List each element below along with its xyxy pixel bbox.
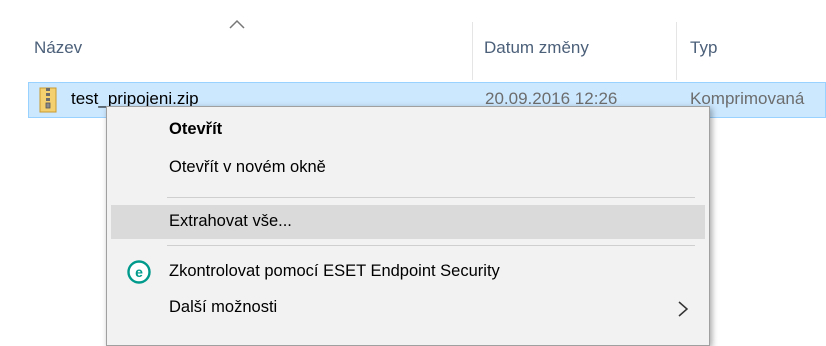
- column-name[interactable]: Název: [34, 38, 82, 58]
- column-divider[interactable]: [472, 22, 473, 80]
- menu-item-label: Další možnosti: [169, 298, 278, 316]
- menu-item-label: Otevřít: [169, 120, 223, 138]
- menu-item-open-new-window[interactable]: Otevřít v novém okně: [111, 151, 705, 185]
- zip-folder-icon: [39, 87, 57, 113]
- chevron-right-icon: [678, 301, 689, 317]
- eset-icon: e: [127, 260, 151, 284]
- column-divider[interactable]: [676, 22, 677, 80]
- svg-text:e: e: [135, 264, 143, 280]
- menu-separator: [167, 245, 695, 246]
- column-header: Název Datum změny Typ: [0, 0, 826, 80]
- menu-item-eset-scan[interactable]: e Zkontrolovat pomocí ESET Endpoint Secu…: [111, 255, 705, 289]
- menu-separator: [167, 197, 695, 198]
- context-menu: Otevřít Otevřít v novém okně Extrahovat …: [106, 106, 710, 346]
- sort-ascending-icon: [229, 19, 245, 29]
- column-type[interactable]: Typ: [690, 38, 717, 58]
- menu-item-open[interactable]: Otevřít: [111, 113, 705, 147]
- menu-item-extract-all[interactable]: Extrahovat vše...: [111, 205, 705, 239]
- column-date[interactable]: Datum změny: [484, 38, 589, 58]
- menu-item-more-options[interactable]: Další možnosti: [111, 291, 705, 325]
- menu-item-label: Extrahovat vše...: [169, 212, 292, 230]
- menu-item-label: Zkontrolovat pomocí ESET Endpoint Securi…: [169, 262, 500, 280]
- menu-item-label: Otevřít v novém okně: [169, 158, 326, 176]
